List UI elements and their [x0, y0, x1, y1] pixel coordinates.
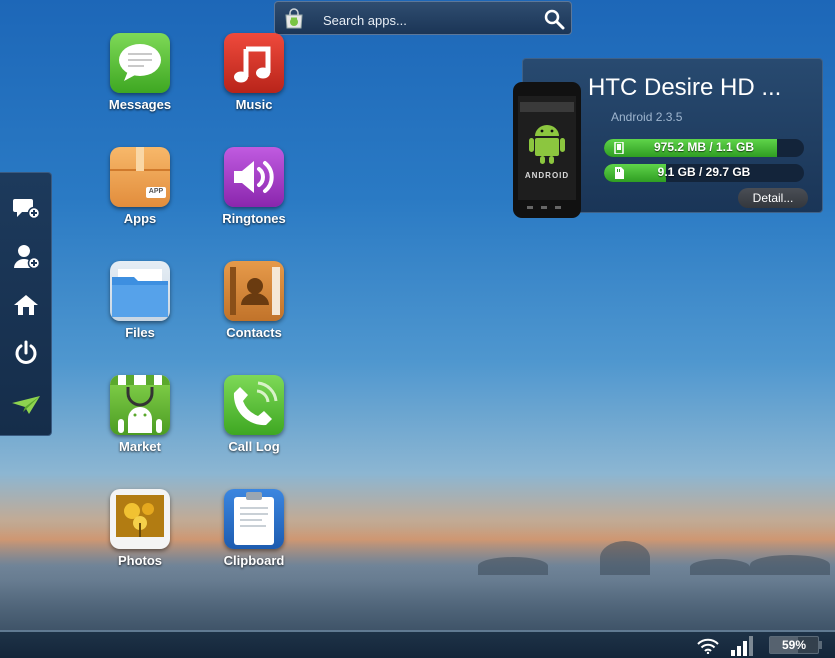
send-button[interactable]: [10, 389, 42, 421]
app-contacts[interactable]: Contacts: [199, 261, 309, 340]
home-icon: [14, 295, 38, 315]
call-log-icon: [224, 375, 284, 435]
app-label: Apps: [123, 211, 157, 226]
storage-text: 975.2 MB / 1.1 GB: [653, 140, 755, 154]
app-music[interactable]: Music: [199, 33, 309, 112]
storage-text: 9.1 GB / 29.7 GB: [657, 165, 751, 179]
apps-icon: APP: [110, 147, 170, 207]
search-bar: [274, 1, 572, 35]
music-icon: [224, 33, 284, 93]
add-contact-button[interactable]: [10, 241, 42, 273]
power-icon: [15, 340, 37, 364]
app-label: Files: [125, 325, 155, 340]
paper-plane-icon: [12, 396, 40, 414]
app-photos[interactable]: Photos: [85, 489, 195, 568]
app-label: Contacts: [226, 325, 282, 340]
detail-button[interactable]: Detail...: [738, 188, 808, 208]
sd-card-storage-bar: 9.1 GB / 29.7 GB: [604, 164, 804, 182]
app-label: Music: [235, 97, 273, 112]
phone-image: ANDROID: [513, 82, 581, 218]
phone-logo-text: ANDROID: [525, 171, 569, 180]
new-message-icon: [13, 199, 40, 220]
wifi-icon: [697, 638, 719, 654]
clipboard-icon: [224, 489, 284, 549]
device-name: HTC Desire HD ...: [588, 74, 782, 101]
battery-percent: 59%: [781, 638, 807, 652]
app-label: Messages: [108, 97, 172, 112]
app-market[interactable]: Market: [85, 375, 195, 454]
app-label: Call Log: [228, 439, 280, 454]
app-label: Clipboard: [223, 553, 285, 568]
search-input[interactable]: [321, 8, 535, 32]
market-icon: [110, 375, 170, 435]
battery-indicator: 59%: [769, 636, 819, 654]
ringtones-icon: [224, 147, 284, 207]
new-message-button[interactable]: [10, 193, 42, 225]
phone-storage-bar: 975.2 MB / 1.1 GB: [604, 139, 804, 157]
device-os-version: Android 2.3.5: [611, 110, 683, 124]
files-icon: [110, 261, 170, 321]
power-button[interactable]: [10, 337, 42, 369]
battery-tip: [819, 641, 822, 649]
app-label: Ringtones: [222, 211, 286, 226]
app-files[interactable]: Files: [85, 261, 195, 340]
app-badge: APP: [148, 188, 164, 195]
contacts-icon: [224, 261, 284, 321]
app-call-log[interactable]: Call Log: [199, 375, 309, 454]
home-button[interactable]: [10, 289, 42, 321]
app-label: Market: [119, 439, 161, 454]
shopping-bag-icon: [285, 8, 303, 29]
wallpaper-trees: [460, 535, 835, 575]
add-contact-icon: [14, 245, 40, 270]
search-icon[interactable]: [543, 8, 565, 30]
messages-icon: [110, 33, 170, 93]
app-ringtones[interactable]: Ringtones: [199, 147, 309, 226]
app-messages[interactable]: Messages: [85, 33, 195, 112]
left-toolbar: [0, 172, 52, 436]
app-clipboard[interactable]: Clipboard: [199, 489, 309, 568]
signal-strength-icon: [731, 636, 753, 656]
app-label: Photos: [117, 553, 163, 568]
photos-icon: [110, 489, 170, 549]
app-apps[interactable]: APP Apps: [85, 147, 195, 226]
